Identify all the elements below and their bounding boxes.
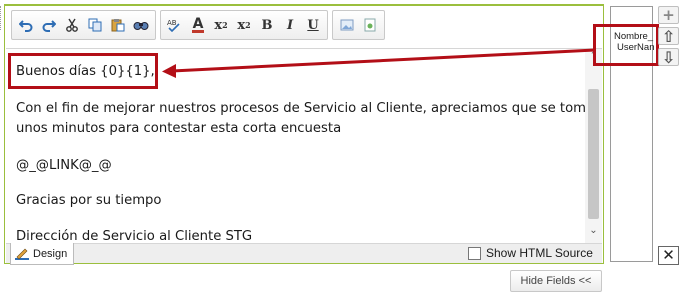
remove-field-button[interactable]: ✕ <box>658 246 679 265</box>
annotation-arrow <box>162 48 596 78</box>
add-field-button[interactable]: + <box>658 6 679 24</box>
hide-fields-button[interactable]: Hide Fields << <box>510 270 602 292</box>
move-down-button[interactable]: ⇩ <box>658 48 679 67</box>
move-up-button[interactable]: ⇧ <box>658 27 679 46</box>
